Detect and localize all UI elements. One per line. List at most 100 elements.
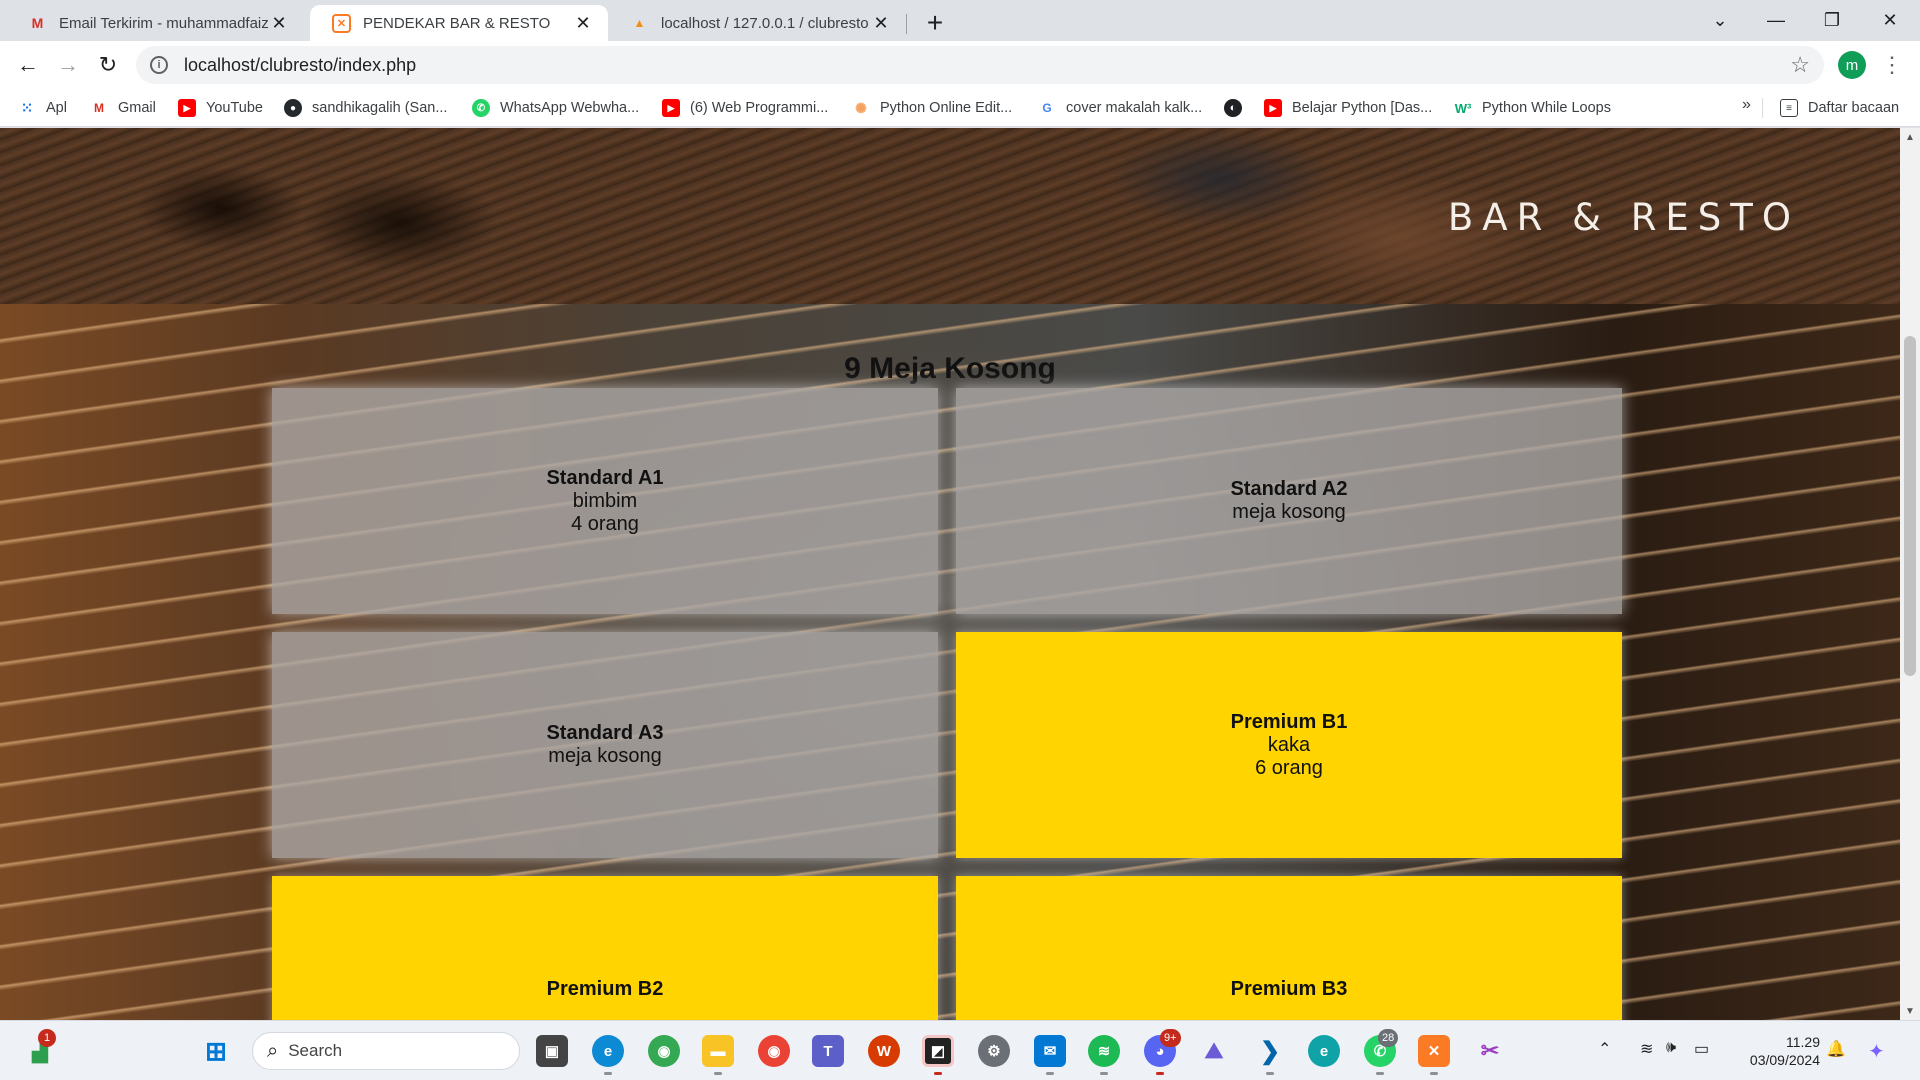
youtube-icon: ▶ [1264, 99, 1282, 117]
sticky-notes-icon[interactable]: ◩ [922, 1035, 954, 1067]
bookmark-gmail[interactable]: M Gmail [90, 96, 156, 120]
task-view-icon[interactable]: ▣ [536, 1035, 568, 1067]
site-info-icon[interactable]: i [150, 56, 168, 74]
teams-icon[interactable]: T [812, 1035, 844, 1067]
brand-title: BAR & RESTO [1447, 196, 1800, 239]
youtube-icon: ▶ [178, 99, 196, 117]
table-status: meja kosong [1232, 501, 1346, 523]
volume-icon[interactable]: 🕪 [1666, 1039, 1676, 1057]
table-card-premium-b3[interactable]: Premium B3 [956, 876, 1622, 1020]
chrome-icon[interactable]: ◉ [758, 1035, 790, 1067]
edge-dev-icon[interactable]: e [1308, 1035, 1340, 1067]
system-clock[interactable]: 11.29 03/09/2024 [1738, 1033, 1820, 1069]
profile-avatar[interactable]: m [1838, 51, 1866, 79]
tab-pendekar[interactable]: ✕ PENDEKAR BAR & RESTO ✕ [310, 5, 608, 41]
browser-tab-strip: M Email Terkirim - muhammadfaiza ✕ ✕ PEN… [0, 0, 1920, 41]
chrome-profile-icon[interactable]: ◉ [648, 1035, 680, 1067]
wifi-icon[interactable]: ≋ [1640, 1039, 1653, 1059]
bookmark-label: Belajar Python [Das... [1292, 100, 1433, 116]
forward-button[interactable]: → [52, 49, 84, 81]
tray-overflow-chevron-icon[interactable]: ⌃ [1598, 1039, 1611, 1059]
running-indicator [1156, 1072, 1164, 1075]
table-name: Standard A1 [546, 466, 664, 489]
bookmark-python-while-loops[interactable]: W³ Python While Loops [1454, 96, 1611, 120]
xampp-icon[interactable]: ✕ [1418, 1035, 1450, 1067]
scroll-down-arrow-icon[interactable]: ▼ [1900, 1002, 1920, 1020]
outlook-mail-icon[interactable]: ✉ [1034, 1035, 1066, 1067]
bookmark-globe[interactable]: ◐ [1224, 96, 1252, 120]
tab-email[interactable]: M Email Terkirim - muhammadfaiza ✕ [6, 5, 304, 41]
page-viewport: BAR & RESTO 9 Meja Kosong Standard A1 bi… [0, 128, 1900, 1020]
url-text[interactable]: localhost/clubresto/index.php [184, 55, 416, 76]
bookmark-label: Python While Loops [1482, 100, 1611, 116]
photos-icon[interactable]: ⛰ [1198, 1035, 1230, 1067]
copilot-icon[interactable]: ✦ [1868, 1039, 1885, 1064]
back-button[interactable]: ← [12, 49, 44, 81]
menu-kebab-icon[interactable]: ⋮ [1881, 51, 1903, 79]
tab-search-button[interactable]: ⌄ [1692, 0, 1748, 41]
table-card-standard-a1[interactable]: Standard A1 bimbim 4 orang [272, 388, 938, 614]
close-window-button[interactable]: ✕ [1862, 0, 1918, 41]
wps-office-icon[interactable]: W [868, 1035, 900, 1067]
settings-gear-icon[interactable]: ⚙ [978, 1035, 1010, 1067]
bookmark-cover-makalah[interactable]: G cover makalah kalk... [1038, 96, 1202, 120]
tab-divider [906, 14, 907, 34]
file-explorer-icon[interactable]: ▬ [702, 1035, 734, 1067]
restore-button[interactable]: ❐ [1804, 0, 1860, 41]
snipping-tool-icon[interactable]: ✂ [1474, 1035, 1506, 1067]
bookmark-python-online-editor[interactable]: ✺ Python Online Edit... [852, 96, 1012, 120]
tables-section: 9 Meja Kosong Standard A1 bimbim 4 orang… [0, 304, 1900, 1020]
running-indicator [1100, 1072, 1108, 1075]
bookmark-star-icon[interactable]: ☆ [1790, 52, 1810, 78]
table-card-standard-a2[interactable]: Standard A2 meja kosong [956, 388, 1622, 614]
table-card-standard-a3[interactable]: Standard A3 meja kosong [272, 632, 938, 858]
taskbar-search[interactable]: ⌕ Search [252, 1032, 520, 1070]
bookmark-belajar-python[interactable]: ▶ Belajar Python [Das... [1264, 96, 1432, 120]
bookmark-apl[interactable]: ⁙ Apl [18, 96, 67, 120]
scroll-up-arrow-icon[interactable]: ▲ [1900, 128, 1920, 146]
bookmark-label: (6) Web Programmi... [690, 100, 829, 116]
reading-list-button[interactable]: ≡ Daftar bacaan [1780, 96, 1899, 120]
close-icon[interactable]: ✕ [268, 12, 290, 34]
bookmark-label: Gmail [118, 100, 156, 116]
clock-date: 03/09/2024 [1749, 1052, 1820, 1068]
bookmarks-overflow-button[interactable]: » [1742, 96, 1751, 114]
bookmark-web-programming[interactable]: ▶ (6) Web Programmi... [662, 96, 828, 120]
close-icon[interactable]: ✕ [870, 12, 892, 34]
table-capacity: 4 orang [571, 512, 639, 535]
vscode-icon[interactable]: ❯ [1254, 1035, 1286, 1067]
discord-badge: 9+ [1160, 1029, 1181, 1047]
bookmark-youtube[interactable]: ▶ YouTube [178, 96, 263, 120]
table-guest: kaka [1267, 733, 1311, 756]
edge-icon[interactable]: e [592, 1035, 624, 1067]
xampp-icon: ✕ [332, 13, 351, 33]
scrollbar-thumb[interactable] [1904, 336, 1916, 676]
bookmark-github[interactable]: ● sandhikagalih (San... [284, 96, 447, 120]
running-indicator [1430, 1072, 1438, 1075]
table-name: Premium B2 [546, 977, 664, 1000]
whatsapp-icon: ✆ [472, 99, 490, 117]
windows-start-icon[interactable]: ⊞ [200, 1035, 232, 1067]
bookmarks-bar: ⁙ Apl M Gmail ▶ YouTube ● sandhikagalih … [0, 89, 1920, 127]
running-indicator [1266, 1072, 1274, 1075]
page-scrollbar[interactable]: ▲ ▼ [1900, 128, 1920, 1020]
bookmark-whatsapp[interactable]: ✆ WhatsApp Webwha... [472, 96, 639, 120]
tab-phpmyadmin[interactable]: ▲ localhost / 127.0.0.1 / clubresto | ✕ [608, 5, 906, 41]
notification-bell-icon[interactable]: 🔔 [1826, 1039, 1846, 1059]
bookmark-label: Apl [46, 100, 67, 116]
table-card-premium-b2[interactable]: Premium B2 [272, 876, 938, 1020]
battery-icon[interactable]: ▭ [1694, 1039, 1709, 1059]
new-tab-button[interactable]: + [920, 7, 950, 38]
close-icon[interactable]: ✕ [572, 12, 594, 34]
reload-button[interactable]: ↻ [92, 49, 124, 81]
table-name: Premium B1 [1230, 710, 1348, 733]
table-guest: bimbim [572, 489, 638, 512]
reading-list-label: Daftar bacaan [1808, 100, 1900, 116]
spotify-icon[interactable]: ≋ [1088, 1035, 1120, 1067]
minimize-button[interactable]: — [1748, 0, 1804, 41]
google-icon: G [1042, 101, 1052, 115]
running-indicator [934, 1072, 942, 1075]
table-card-premium-b1[interactable]: Premium B1 kaka 6 orang [956, 632, 1622, 858]
windows-taskbar: ▟ 1 ⊞ ⌕ Search ▣ e ◉ ▬ ◉ T W ◩ ⚙ ✉ ≋ ◕ 9… [0, 1020, 1920, 1080]
address-bar[interactable]: i localhost/clubresto/index.php ☆ [136, 46, 1824, 84]
